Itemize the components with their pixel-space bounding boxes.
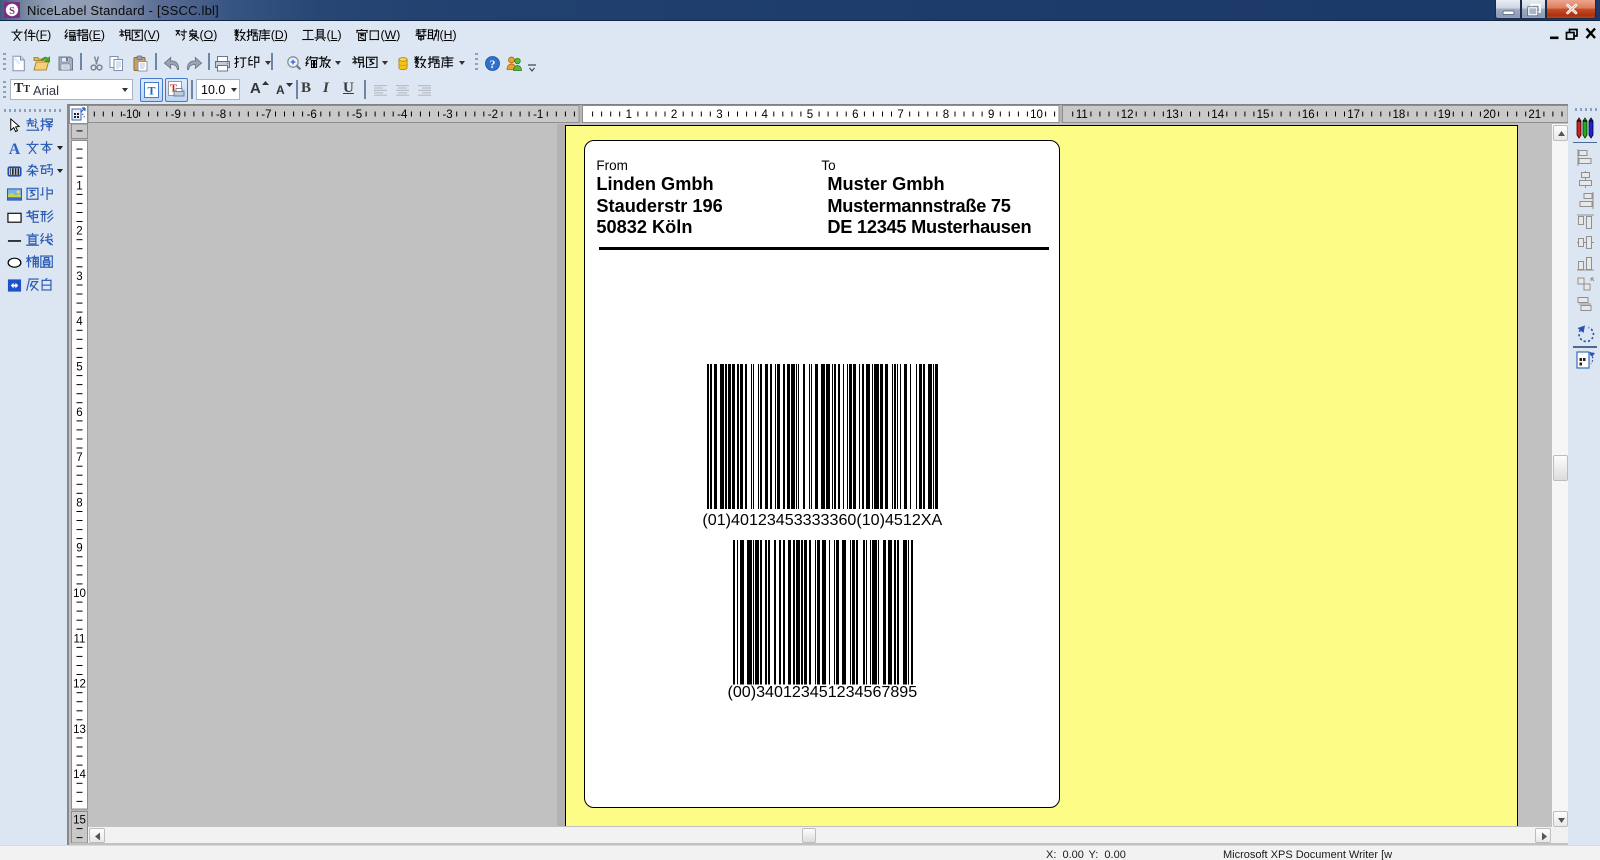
svg-text:-4: -4 — [397, 109, 408, 121]
svg-text:4: 4 — [761, 109, 768, 121]
svg-text:13: 13 — [73, 724, 86, 736]
svg-text:8: 8 — [943, 109, 949, 121]
svg-text:17: 17 — [1347, 109, 1360, 121]
svg-text:-10: -10 — [122, 109, 139, 121]
svg-text:15: 15 — [1257, 109, 1270, 121]
svg-text:-6: -6 — [307, 109, 317, 121]
svg-text:3: 3 — [716, 109, 722, 121]
svg-text:-2: -2 — [488, 109, 498, 121]
svg-text:9: 9 — [76, 543, 82, 555]
svg-text:S: S — [9, 6, 15, 17]
svg-text:?: ? — [490, 59, 496, 71]
svg-text:2: 2 — [76, 226, 82, 238]
svg-text:14: 14 — [73, 769, 86, 781]
svg-text:-5: -5 — [352, 109, 362, 121]
svg-text:14: 14 — [1211, 109, 1224, 121]
svg-text:T: T — [147, 83, 155, 97]
svg-text:12: 12 — [73, 679, 86, 691]
svg-text:20: 20 — [1483, 109, 1496, 121]
svg-text:10: 10 — [73, 588, 86, 600]
svg-text:19: 19 — [1438, 109, 1451, 121]
svg-text:1: 1 — [76, 180, 82, 192]
svg-text:-8: -8 — [216, 109, 226, 121]
svg-text:-1: -1 — [533, 109, 543, 121]
svg-text:9: 9 — [988, 109, 994, 121]
svg-text:-9: -9 — [171, 109, 181, 121]
svg-text:-7: -7 — [261, 109, 271, 121]
svg-text:15: 15 — [73, 815, 86, 827]
svg-text:18: 18 — [1393, 109, 1406, 121]
svg-text:-3: -3 — [442, 109, 452, 121]
svg-text:16: 16 — [1302, 109, 1315, 121]
svg-text:7: 7 — [76, 452, 82, 464]
svg-text:12: 12 — [1121, 109, 1134, 121]
svg-text:11: 11 — [74, 633, 86, 645]
svg-text:6: 6 — [76, 407, 82, 419]
svg-text:8: 8 — [76, 497, 82, 509]
svg-text:4: 4 — [76, 316, 83, 328]
svg-text:2: 2 — [671, 109, 677, 121]
svg-text:5: 5 — [807, 109, 813, 121]
svg-text:10: 10 — [1030, 109, 1043, 121]
svg-text:1: 1 — [626, 109, 632, 121]
svg-text:11: 11 — [1076, 109, 1088, 121]
svg-text:5: 5 — [76, 362, 82, 374]
svg-text:3: 3 — [76, 271, 82, 283]
svg-text:13: 13 — [1166, 109, 1179, 121]
svg-text:6: 6 — [852, 109, 858, 121]
svg-text:21: 21 — [1528, 109, 1541, 121]
svg-text:A: A — [9, 141, 21, 156]
svg-text:7: 7 — [897, 109, 903, 121]
